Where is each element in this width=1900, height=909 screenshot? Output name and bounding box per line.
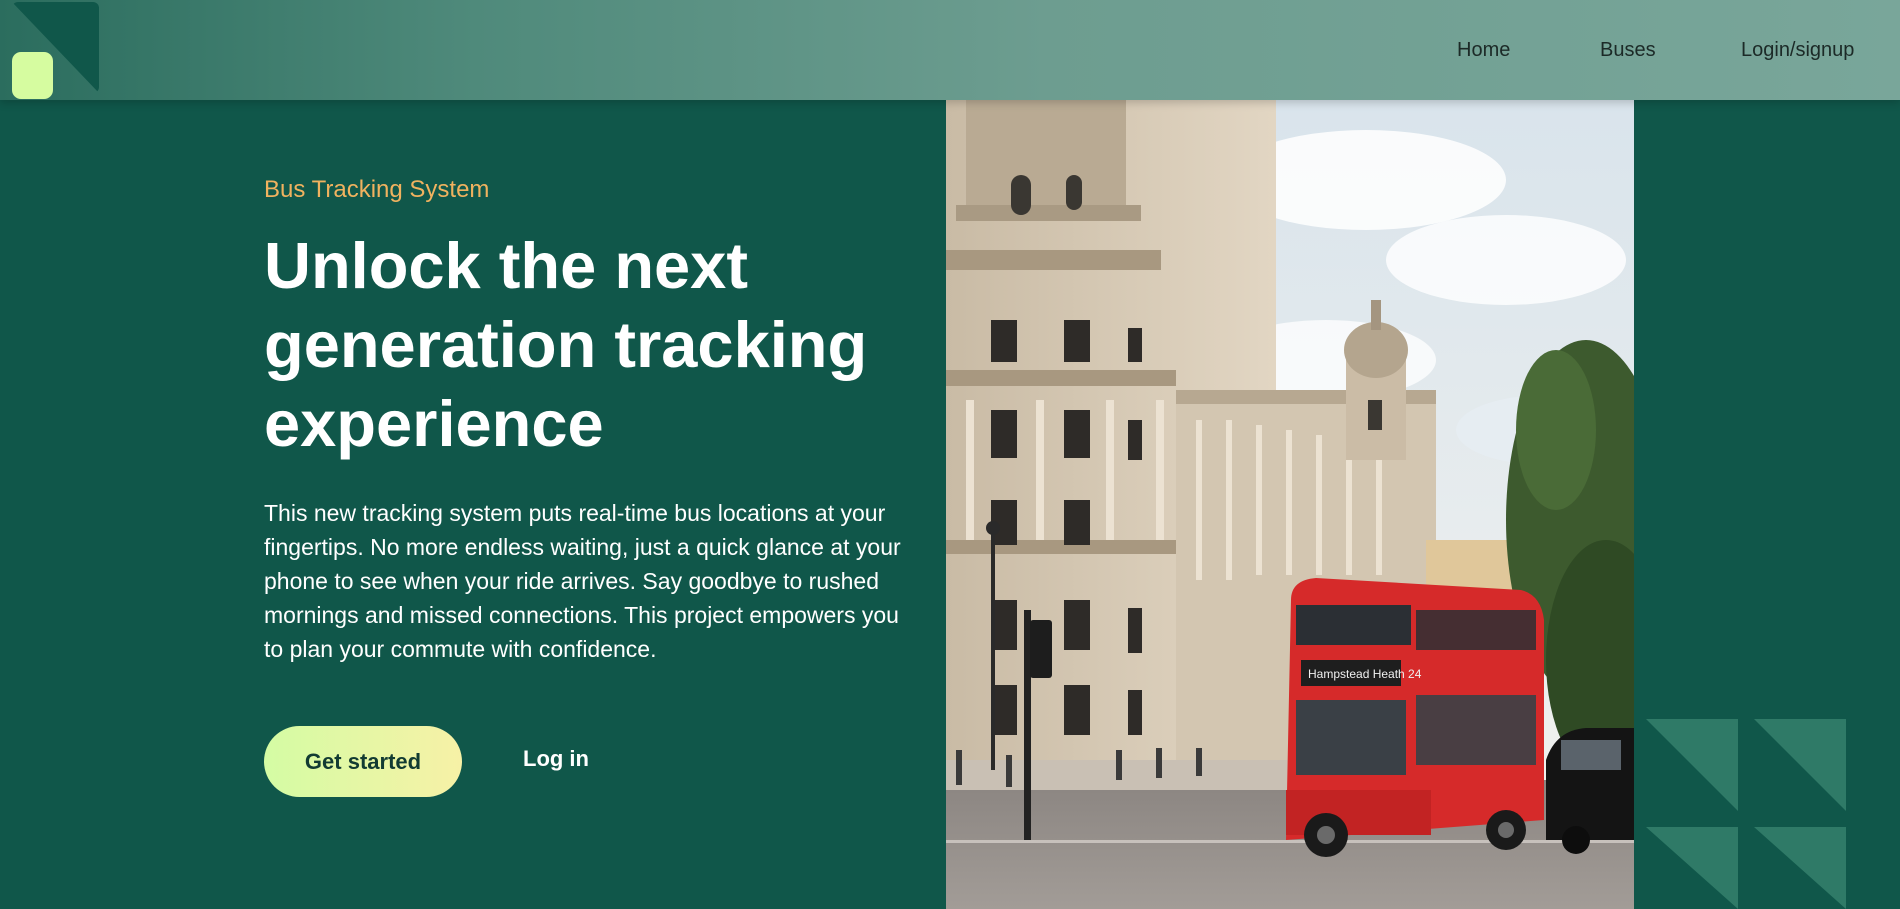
nav-link-buses[interactable]: Buses bbox=[1600, 39, 1656, 62]
nav-link-home[interactable]: Home bbox=[1457, 39, 1510, 62]
log-in-link[interactable]: Log in bbox=[523, 746, 589, 772]
hero-description: This new tracking system puts real-time … bbox=[264, 500, 901, 662]
nav-link-login-signup[interactable]: Login/signup bbox=[1741, 39, 1854, 62]
hero-headline: Unlock the next generation tracking expe… bbox=[264, 229, 868, 460]
get-started-button[interactable]: Get started bbox=[264, 726, 462, 797]
decorative-triangles bbox=[1646, 719, 1846, 909]
bus-illustration: Hampstead Heath 24 bbox=[1286, 578, 1544, 857]
hero-eyebrow: Bus Tracking System bbox=[264, 176, 490, 203]
top-navbar: Home Buses Login/signup bbox=[0, 0, 1900, 100]
hero-photo-london-bus: Hampstead Heath 24 bbox=[946, 100, 1634, 909]
svg-text:Hampstead Heath 24: Hampstead Heath 24 bbox=[1308, 667, 1422, 681]
logo-square-shape bbox=[12, 52, 53, 99]
taxi-illustration bbox=[1546, 728, 1634, 854]
